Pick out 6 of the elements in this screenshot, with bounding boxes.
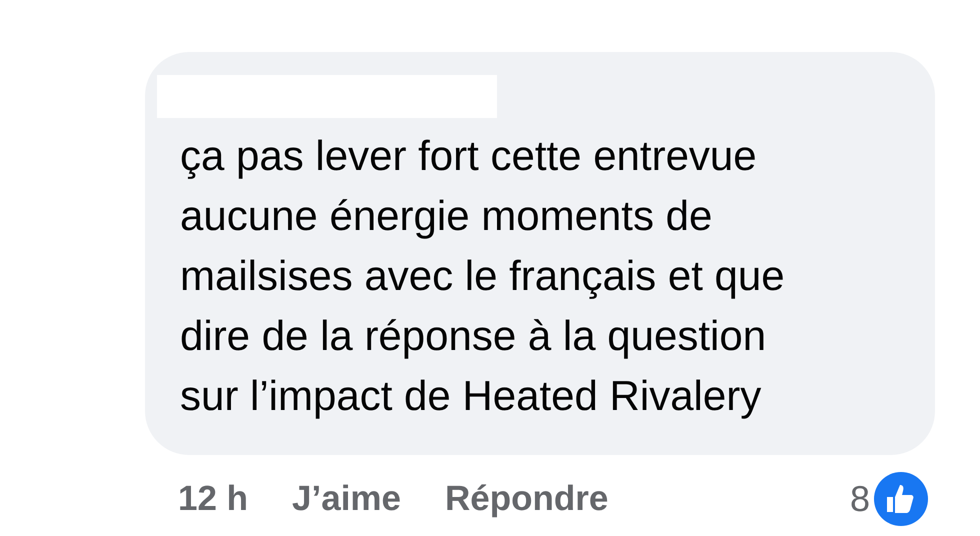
timestamp: 12 h (178, 478, 248, 520)
reaction-count: 8 (850, 477, 870, 521)
comment-text: ça pas lever fort cette entrevue aucune énergie moments de mailsises avec le français et que dire de la réponse à la question sur l’impact de Heated Rivalery (180, 131, 786, 421)
reply-link[interactable]: Répondre (445, 472, 608, 526)
like-link[interactable]: J’aime (292, 472, 402, 526)
thumbs-up-icon (874, 472, 928, 526)
